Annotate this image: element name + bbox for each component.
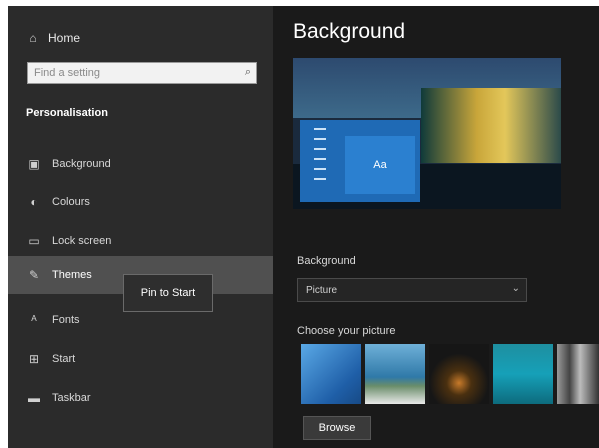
search-icon: ⌕ xyxy=(244,66,251,78)
start-icon: ⊞ xyxy=(28,352,40,366)
preview-menu-line xyxy=(314,148,326,150)
picture-icon: ▣ xyxy=(28,157,40,171)
lock-screen-icon: ▭ xyxy=(28,234,40,248)
choose-picture-label: Choose your picture xyxy=(297,325,396,337)
picture-thumbnail[interactable] xyxy=(429,344,489,404)
sidebar-item-lock-screen[interactable]: ▭ Lock screen xyxy=(8,222,273,260)
sidebar-item-label: Fonts xyxy=(52,314,80,326)
main-content: Background Aa Background Picture ⌄ Choos… xyxy=(273,6,599,448)
settings-window: ⌂ Home ⌕ Personalisation ▣ Background ◐ … xyxy=(8,6,599,448)
preview-sample-text: Aa xyxy=(373,159,387,171)
background-label: Background xyxy=(297,255,356,267)
preview-menu-line xyxy=(314,168,326,170)
sidebar-item-colours[interactable]: ◐ Colours xyxy=(8,183,273,221)
preview-menu-line xyxy=(314,138,326,140)
sidebar-item-label: Colours xyxy=(52,196,90,208)
page-title: Background xyxy=(293,20,406,43)
preview-menu-line xyxy=(314,178,326,180)
font-icon: ᴬ xyxy=(31,313,37,327)
picture-thumbnail[interactable] xyxy=(557,344,599,404)
home-icon: ⌂ xyxy=(29,31,37,45)
sidebar-item-label: Lock screen xyxy=(52,235,112,247)
home-label: Home xyxy=(48,31,81,45)
picture-thumbnail[interactable] xyxy=(493,344,553,404)
palette-icon: ◐ xyxy=(30,195,38,209)
tooltip-text: Pin to Start xyxy=(140,287,196,299)
pin-to-start-tooltip[interactable]: Pin to Start xyxy=(123,274,213,312)
sidebar-item-taskbar[interactable]: ▬ Taskbar xyxy=(8,379,273,417)
background-dropdown[interactable]: Picture ⌄ xyxy=(297,278,527,302)
sidebar-item-label: Taskbar xyxy=(52,392,91,404)
sidebar-item-start[interactable]: ⊞ Start xyxy=(8,340,273,378)
chevron-down-icon: ⌄ xyxy=(511,283,520,294)
picture-thumbnail[interactable] xyxy=(365,344,425,404)
search-input[interactable] xyxy=(28,64,240,82)
sidebar-item-label: Background xyxy=(52,158,111,170)
preview-menu-line xyxy=(314,158,326,160)
home-nav-item[interactable]: ⌂ Home xyxy=(26,28,80,48)
sidebar-item-label: Themes xyxy=(52,269,92,281)
browse-button[interactable]: Browse xyxy=(303,416,371,440)
sidebar-item-label: Start xyxy=(52,353,76,365)
background-preview: Aa xyxy=(293,58,561,209)
preview-diner xyxy=(421,88,561,163)
taskbar-icon: ▬ xyxy=(28,391,40,405)
brush-icon: ✎ xyxy=(28,268,40,282)
sidebar-item-background[interactable]: ▣ Background xyxy=(8,145,273,183)
preview-sample-tile: Aa xyxy=(345,136,415,194)
preview-menu-line xyxy=(314,128,326,130)
section-title: Personalisation xyxy=(26,107,108,119)
background-dropdown-value: Picture xyxy=(306,284,338,296)
sidebar: ⌂ Home ⌕ Personalisation ▣ Background ◐ … xyxy=(8,6,273,448)
search-box[interactable]: ⌕ xyxy=(27,62,257,84)
browse-button-label: Browse xyxy=(318,422,356,434)
picture-thumbnail[interactable] xyxy=(301,344,361,404)
